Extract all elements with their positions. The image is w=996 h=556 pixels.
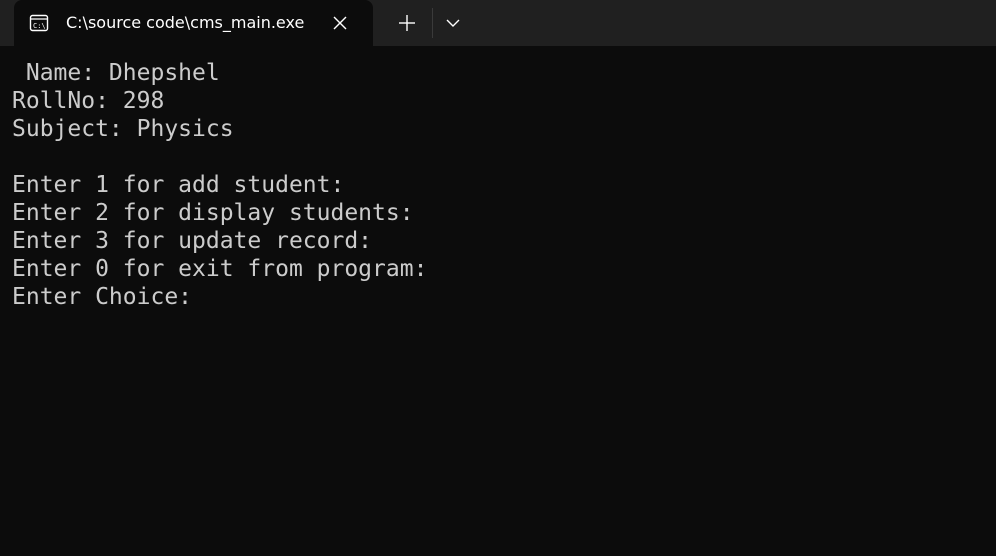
console-line: Enter 1 for add student: (12, 172, 345, 198)
terminal-window: C:\ C:\source code\cms_main.exe Name: Dh… (0, 0, 996, 556)
console-prompt: Enter Choice: (12, 284, 193, 310)
titlebar-divider (432, 8, 433, 38)
console-area[interactable]: Name: Dhepshel RollNo: 298 Subject: Physic… (0, 46, 996, 556)
console-line: Subject: Physics (12, 116, 234, 142)
close-icon[interactable] (330, 13, 350, 33)
console-line: RollNo: 298 (12, 88, 165, 114)
new-tab-button[interactable] (394, 11, 420, 35)
console-line: Enter 0 for exit from program: (12, 256, 428, 282)
console-line: Enter 3 for update record: (12, 228, 373, 254)
tab-title: C:\source code\cms_main.exe (66, 13, 305, 32)
console-icon: C:\ (29, 13, 49, 33)
chevron-down-icon (446, 19, 460, 27)
svg-text:C:\: C:\ (33, 22, 46, 30)
title-bar: C:\ C:\source code\cms_main.exe (0, 0, 996, 46)
plus-icon (399, 15, 415, 31)
dropdown-button[interactable] (441, 11, 465, 35)
console-line: Name: Dhepshel (12, 60, 220, 86)
console-line: Enter 2 for display students: (12, 200, 414, 226)
console-output: Name: Dhepshel RollNo: 298 Subject: Physic… (12, 59, 427, 311)
tab-active[interactable]: C:\ C:\source code\cms_main.exe (14, 0, 373, 46)
